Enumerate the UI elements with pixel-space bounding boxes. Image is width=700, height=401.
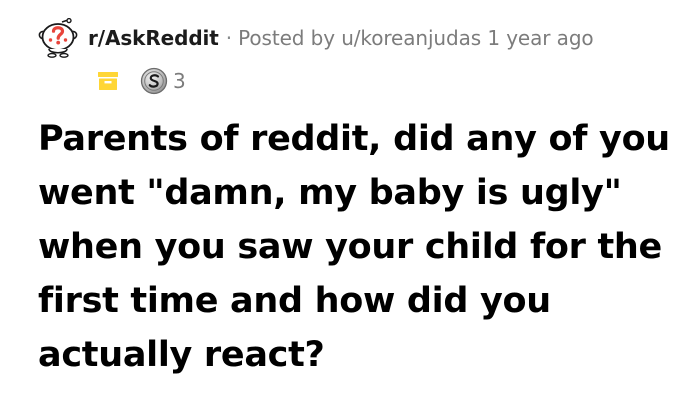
posted-by-text[interactable]: Posted by u/koreanjudas 1 year ago	[238, 26, 594, 50]
meta-separator: ·	[225, 26, 233, 50]
silver-award-icon[interactable]	[140, 67, 168, 95]
subreddit-link[interactable]: r/AskReddit	[88, 26, 219, 50]
askreddit-snoo-icon[interactable]	[38, 18, 78, 58]
award-count: 3	[173, 69, 186, 93]
awards-row: 3	[96, 64, 186, 98]
post-header: r/AskReddit · Posted by u/koreanjudas 1 …	[38, 18, 594, 58]
post-title[interactable]: Parents of reddit, did any of you went "…	[38, 112, 688, 382]
archive-icon	[96, 69, 120, 93]
